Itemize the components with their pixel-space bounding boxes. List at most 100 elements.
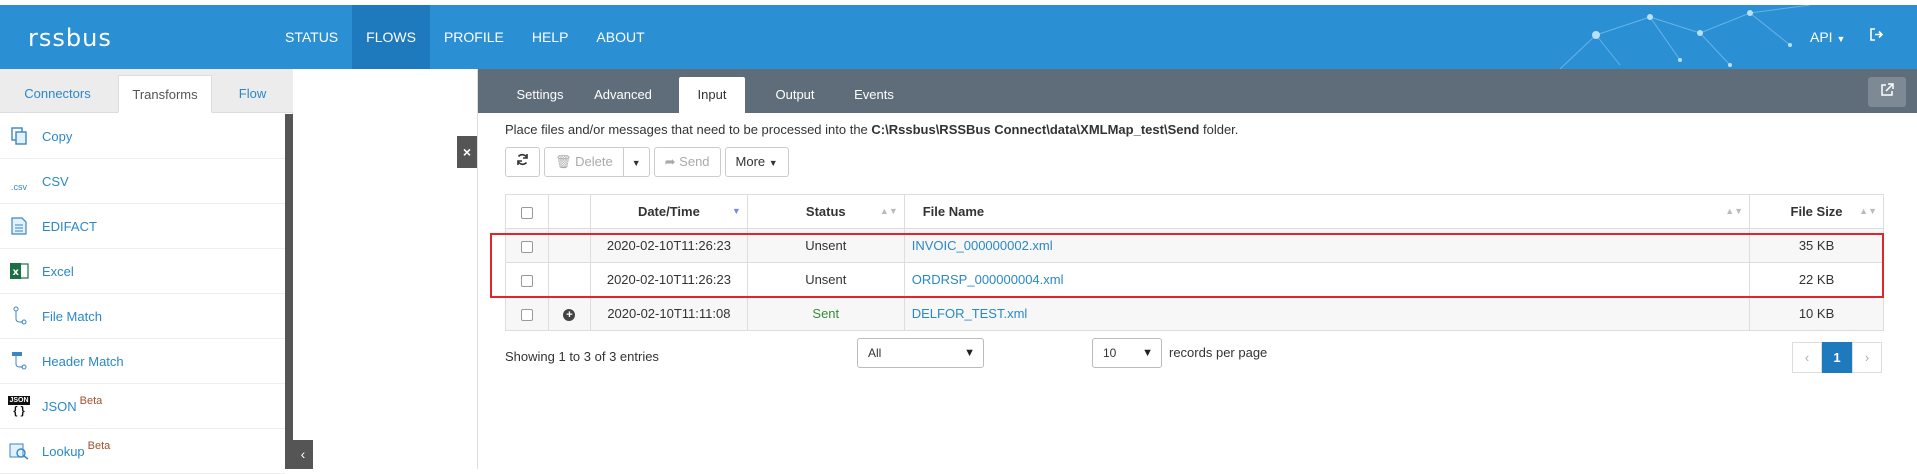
row-checkbox[interactable] — [520, 308, 533, 321]
row-select-cell — [505, 296, 549, 331]
row-status: Unsent — [746, 228, 905, 263]
info-suffix: folder. — [1202, 122, 1239, 137]
copy-icon — [8, 125, 30, 147]
transform-copy[interactable]: Copy — [0, 114, 285, 159]
json-icon: JSON { } — [8, 395, 30, 417]
info-prefix: Place files and/or messages that need to… — [505, 122, 868, 137]
col-status[interactable]: Status ▲▼ — [746, 194, 905, 229]
prev-page-button[interactable]: ‹ — [1792, 342, 1822, 373]
collapse-panel-button[interactable]: ‹ — [293, 440, 313, 469]
page-button[interactable]: 1 — [1822, 342, 1852, 373]
tab-output[interactable]: Output — [755, 77, 835, 113]
sort-icon: ▲▼ — [1859, 206, 1877, 216]
transform-header-match[interactable]: Header Match — [0, 339, 285, 384]
transform-excel[interactable]: x Excel — [0, 249, 285, 294]
row-expand-cell — [547, 262, 591, 297]
left-scrollbar[interactable] — [285, 114, 293, 469]
transform-lookup[interactable]: Lookup Beta — [0, 429, 285, 474]
row-filename-link[interactable]: DELFOR_TEST.xml — [903, 296, 1751, 331]
col-status-label: Status — [805, 204, 846, 219]
table-row[interactable]: + 2020-02-10T11:11:08 Sent DELFOR_TEST.x… — [505, 296, 1884, 331]
row-filesize: 10 KB — [1749, 296, 1884, 331]
json-icon-label: JSON — [8, 395, 30, 405]
file-match-icon — [8, 305, 30, 327]
refresh-icon — [517, 154, 528, 165]
delete-button[interactable]: 🗑 Delete — [544, 147, 624, 177]
row-datetime: 2020-02-10T11:11:08 — [589, 296, 748, 331]
header-match-icon — [8, 350, 30, 372]
json-icon-braces: { } — [13, 404, 25, 417]
records-per-page-label: records per page — [1169, 345, 1268, 360]
table-header: Date/Time ▼ Status ▲▼ File Name ▲▼ File Siz… — [505, 194, 1884, 229]
transform-json[interactable]: JSON { } JSON Beta — [0, 384, 285, 429]
row-select-cell — [505, 262, 549, 297]
transform-label: Excel — [42, 263, 74, 279]
row-checkbox[interactable] — [520, 274, 533, 287]
row-expand-cell: + — [547, 296, 591, 331]
nav-profile[interactable]: PROFILE — [430, 5, 518, 69]
select-all-checkbox[interactable] — [520, 206, 533, 219]
panel-divider — [477, 69, 478, 469]
send-button[interactable]: ➦ Send — [653, 147, 721, 177]
edifact-icon — [8, 215, 30, 237]
col-datetime[interactable]: Date/Time ▼ — [589, 194, 748, 229]
nav-flows[interactable]: FLOWS — [352, 5, 430, 69]
sort-desc-icon: ▼ — [731, 206, 741, 216]
caret-down-icon: ▼ — [1142, 347, 1153, 359]
more-label: More — [735, 154, 766, 169]
file-toolbar: 🗑 Delete ▼ ➦ Send More ▼ — [505, 147, 793, 177]
tab-flow[interactable]: Flow — [212, 75, 293, 113]
row-datetime: 2020-02-10T11:26:23 — [589, 262, 748, 297]
popout-button[interactable] — [1868, 77, 1906, 107]
tab-events[interactable]: Events — [839, 77, 909, 113]
transform-edifact[interactable]: EDIFACT — [0, 204, 285, 249]
col-filesize[interactable]: File Size ▲▼ — [1749, 194, 1884, 229]
close-panel-button[interactable]: × — [457, 136, 477, 168]
page-size-select[interactable]: 10 ▼ — [1092, 338, 1162, 368]
transform-file-match[interactable]: File Match — [0, 294, 285, 339]
rssbus-logo[interactable]: rssbus — [28, 24, 112, 52]
tab-transforms[interactable]: Transforms — [118, 75, 212, 113]
delete-dropdown-toggle[interactable]: ▼ — [623, 147, 650, 177]
tab-settings[interactable]: Settings — [505, 77, 575, 113]
trash-icon: 🗑 — [555, 154, 572, 169]
transform-label: JSON — [42, 398, 77, 414]
main-nav: STATUS FLOWS PROFILE HELP ABOUT — [271, 5, 659, 69]
row-filename-link[interactable]: INVOIC_000000002.xml — [903, 228, 1751, 263]
entries-info: Showing 1 to 3 of 3 entries — [505, 349, 659, 364]
input-folder-info: Place files and/or messages that need to… — [505, 122, 1238, 137]
left-tabs: Connectors Transforms Flow — [0, 69, 293, 113]
row-datetime: 2020-02-10T11:26:23 — [589, 228, 748, 263]
transform-csv[interactable]: .csv CSV — [0, 159, 285, 204]
api-label: API — [1810, 29, 1833, 45]
beta-badge: Beta — [87, 440, 111, 452]
caret-down-icon: ▼ — [1836, 34, 1846, 44]
nav-help[interactable]: HELP — [518, 5, 583, 69]
status-filter-select[interactable]: All ▼ — [857, 338, 984, 368]
sort-icon: ▲▼ — [879, 206, 898, 216]
tab-advanced[interactable]: Advanced — [578, 77, 668, 113]
chevron-right-icon: › — [1864, 350, 1870, 365]
nav-about[interactable]: ABOUT — [582, 5, 658, 69]
next-page-button[interactable]: › — [1852, 342, 1882, 373]
table-row[interactable]: 2020-02-10T11:26:23 Unsent ORDRSP_000000… — [505, 262, 1884, 297]
col-filename[interactable]: File Name ▲▼ — [903, 194, 1751, 229]
nav-status[interactable]: STATUS — [271, 5, 352, 69]
row-status: Unsent — [746, 262, 905, 297]
refresh-button[interactable] — [505, 147, 540, 177]
tab-input[interactable]: Input — [679, 77, 745, 113]
row-status: Sent — [746, 296, 905, 331]
api-menu[interactable]: API ▼ — [1810, 5, 1845, 69]
more-button[interactable]: More ▼ — [724, 147, 789, 177]
page-size-value: 10 — [1103, 346, 1117, 360]
tab-connectors[interactable]: Connectors — [0, 75, 115, 113]
row-checkbox[interactable] — [520, 240, 533, 253]
transforms-panel: Connectors Transforms Flow Copy .csv CSV… — [0, 69, 293, 474]
row-filename-link[interactable]: ORDRSP_000000004.xml — [903, 262, 1751, 297]
table-row[interactable]: 2020-02-10T11:26:23 Unsent INVOIC_000000… — [505, 228, 1884, 263]
share-icon: ➦ — [664, 154, 676, 169]
transform-label: EDIFACT — [42, 218, 97, 234]
expand-plus-icon[interactable]: + — [563, 309, 576, 321]
sign-out-icon[interactable] — [1870, 5, 1884, 69]
caret-down-icon: ▼ — [631, 158, 641, 168]
